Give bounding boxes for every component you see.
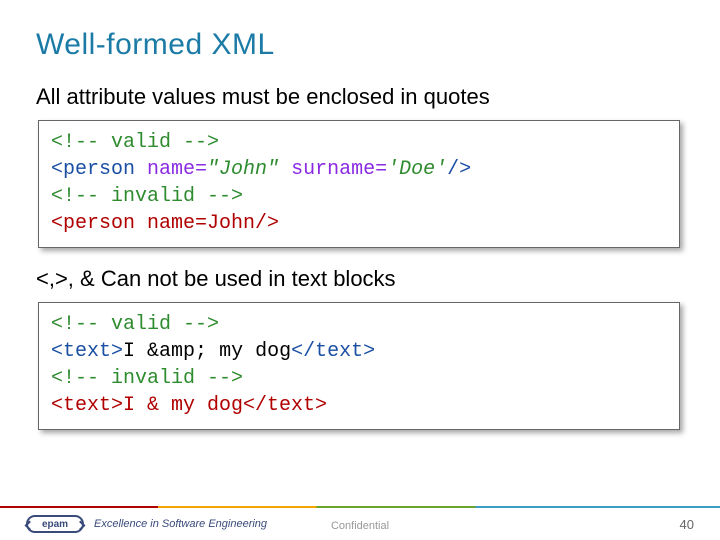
slide-title: Well-formed XML xyxy=(36,28,684,62)
code-line-valid: <text>I &amp; my dog</text> xyxy=(51,338,667,365)
comment-valid: <!-- valid --> xyxy=(51,129,667,156)
angle-open: </ xyxy=(291,340,315,363)
confidential-label: Confidential xyxy=(331,520,389,532)
brand-tagline: Excellence in Software Engineering xyxy=(94,518,267,530)
code-block-2: <!-- valid --> <text>I &amp; my dog</tex… xyxy=(38,302,680,430)
attr-name: name= xyxy=(147,158,207,181)
angle-open: < xyxy=(51,158,63,181)
comment-invalid: <!-- invalid --> xyxy=(51,183,667,210)
footer: epam Excellence in Software Engineering … xyxy=(0,506,720,540)
brand-logo: epam xyxy=(26,515,84,533)
attr-value: "John" xyxy=(207,158,291,181)
code-line-invalid: <person name=John/> xyxy=(51,210,667,237)
tag-name: person xyxy=(63,158,147,181)
code-block-1: <!-- valid --> <person name="John" surna… xyxy=(38,120,680,248)
code-line-valid: <person name="John" surname='Doe'/> xyxy=(51,156,667,183)
tag-name: text xyxy=(315,340,363,363)
angle-close: /> xyxy=(447,158,471,181)
angle-close: > xyxy=(363,340,375,363)
attr-value: 'Doe' xyxy=(387,158,447,181)
subtitle-quotes: All attribute values must be enclosed in… xyxy=(36,84,684,110)
angle-open: < xyxy=(51,340,63,363)
page-number: 40 xyxy=(680,517,694,532)
tag-name: text xyxy=(63,340,111,363)
comment-invalid: <!-- invalid --> xyxy=(51,365,667,392)
angle-close: > xyxy=(111,340,123,363)
code-line-invalid: <text>I & my dog</text> xyxy=(51,392,667,419)
attr-name: surname= xyxy=(291,158,387,181)
comment-valid: <!-- valid --> xyxy=(51,311,667,338)
slide: Well-formed XML All attribute values mus… xyxy=(0,0,720,540)
text-body: I &amp; my dog xyxy=(123,340,291,363)
subtitle-entities: <,>, & Can not be used in text blocks xyxy=(36,266,684,292)
